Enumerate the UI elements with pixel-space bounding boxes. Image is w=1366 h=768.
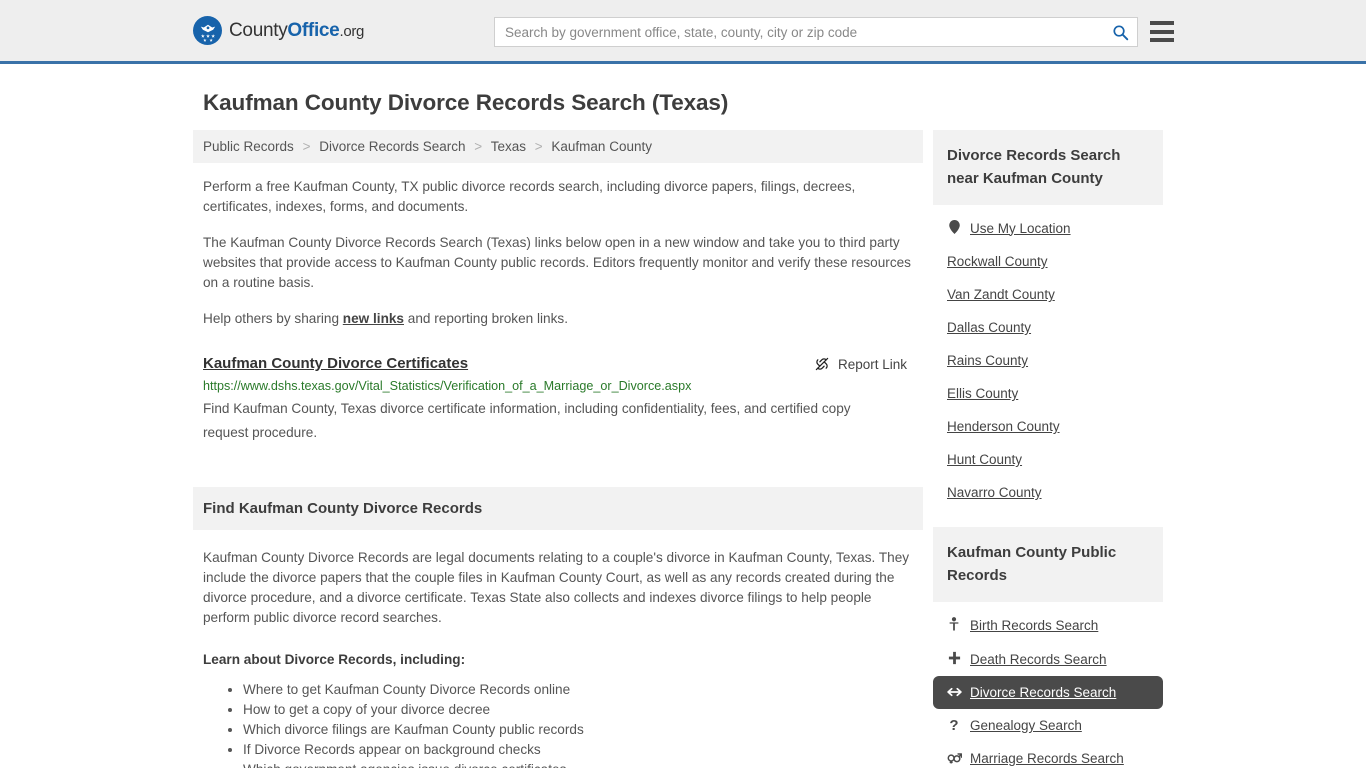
- intro-paragraph-3: Help others by sharing new links and rep…: [203, 309, 913, 329]
- map-pin-icon: [947, 220, 961, 236]
- list-item: Which divorce filings are Kaufman County…: [243, 720, 913, 740]
- breadcrumb-separator: >: [474, 139, 483, 154]
- new-links-link[interactable]: new links: [343, 311, 404, 326]
- logo-text-part3: .org: [339, 22, 365, 40]
- sidebar-item-henderson-county[interactable]: Henderson County: [933, 410, 1163, 443]
- sidebar-item-rockwall-county[interactable]: Rockwall County: [933, 245, 1163, 278]
- sidebar-link-marriage-records-search[interactable]: Marriage Records Search: [970, 751, 1124, 766]
- hamburger-bar: [1150, 38, 1174, 42]
- report-link-button[interactable]: Report Link: [814, 356, 907, 372]
- result-url: https://www.dshs.texas.gov/Vital_Statist…: [203, 379, 692, 393]
- sidebar-link-use-my-location[interactable]: Use My Location: [970, 221, 1071, 236]
- hamburger-bar: [1150, 29, 1174, 34]
- sidebar-link-navarro-county[interactable]: Navarro County: [947, 485, 1042, 500]
- content-columns: Public Records > Divorce Records Search …: [193, 130, 1366, 768]
- sidebar-link-rockwall-county[interactable]: Rockwall County: [947, 254, 1048, 269]
- sidebar-item-rains-county[interactable]: Rains County: [933, 344, 1163, 377]
- double-arrow-icon: [947, 686, 962, 700]
- search-input[interactable]: [495, 18, 1103, 46]
- search-bar[interactable]: [494, 17, 1138, 47]
- sidebar-item-navarro-county[interactable]: Navarro County: [933, 476, 1163, 509]
- sidebar-link-genealogy-search[interactable]: Genealogy Search: [970, 718, 1082, 733]
- sidebar-nearby-list: Use My Location Rockwall County Van Zand…: [933, 205, 1163, 509]
- hamburger-bar: [1150, 21, 1174, 25]
- page-container: Kaufman County Divorce Records Search (T…: [0, 90, 1366, 768]
- section-body: Kaufman County Divorce Records are legal…: [193, 548, 923, 768]
- breadcrumb-item-public-records[interactable]: Public Records: [203, 139, 294, 154]
- section-lead-in: Learn about Divorce Records, including:: [203, 652, 466, 667]
- logo-text-part1: County: [229, 19, 288, 41]
- sidebar-item-use-my-location[interactable]: Use My Location: [933, 211, 1163, 245]
- sidebar-link-rains-county[interactable]: Rains County: [947, 353, 1028, 368]
- intro-paragraph-1: Perform a free Kaufman County, TX public…: [203, 179, 856, 214]
- result-header-row: Kaufman County Divorce Certificates Repo…: [203, 355, 913, 372]
- intro-p3-after: and reporting broken links.: [404, 311, 568, 326]
- breadcrumb-item-divorce-records-search[interactable]: Divorce Records Search: [319, 139, 465, 154]
- search-icon: [1112, 24, 1128, 40]
- sidebar-link-henderson-county[interactable]: Henderson County: [947, 419, 1060, 434]
- question-mark-icon: ?: [949, 717, 959, 734]
- male-female-icon: [947, 751, 963, 766]
- sidebar-link-van-zandt-county[interactable]: Van Zandt County: [947, 287, 1055, 302]
- sidebar-link-dallas-county[interactable]: Dallas County: [947, 320, 1031, 335]
- intro-p3-before: Help others by sharing: [203, 311, 343, 326]
- baby-icon: [947, 617, 961, 633]
- sidebar-public-records-list: Birth Records Search Death Records Searc…: [933, 602, 1163, 768]
- section-paragraph: Kaufman County Divorce Records are legal…: [203, 550, 910, 625]
- sidebar-item-hunt-county[interactable]: Hunt County: [933, 443, 1163, 476]
- logo-text-part2: Office: [287, 19, 340, 41]
- sidebar: Divorce Records Search near Kaufman Coun…: [933, 130, 1163, 768]
- sidebar-item-death-records-search[interactable]: Death Records Search: [933, 642, 1163, 676]
- eagle-seal-icon: [193, 16, 222, 45]
- sidebar-item-dallas-county[interactable]: Dallas County: [933, 311, 1163, 344]
- main-content: Public Records > Divorce Records Search …: [193, 130, 923, 768]
- site-logo-text: CountyOffice.org: [229, 20, 364, 42]
- sidebar-link-divorce-records-search[interactable]: Divorce Records Search: [970, 685, 1116, 700]
- search-button[interactable]: [1103, 18, 1137, 46]
- sidebar-link-death-records-search[interactable]: Death Records Search: [970, 652, 1107, 667]
- breadcrumb-item-texas[interactable]: Texas: [491, 139, 526, 154]
- search-result-item: Kaufman County Divorce Certificates Repo…: [193, 355, 923, 445]
- list-item: How to get a copy of your divorce decree: [243, 700, 913, 720]
- breadcrumb-separator: >: [534, 139, 543, 154]
- hamburger-menu-icon[interactable]: [1150, 21, 1174, 42]
- result-description: Find Kaufman County, Texas divorce certi…: [203, 401, 851, 440]
- breadcrumb: Public Records > Divorce Records Search …: [193, 130, 923, 163]
- result-title-link[interactable]: Kaufman County Divorce Certificates: [203, 355, 468, 372]
- intro-paragraph-2: The Kaufman County Divorce Records Searc…: [203, 235, 911, 290]
- site-logo[interactable]: CountyOffice.org: [193, 16, 364, 45]
- breadcrumb-separator: >: [302, 139, 311, 154]
- section-heading: Find Kaufman County Divorce Records: [193, 487, 923, 530]
- section-bullet-list: Where to get Kaufman County Divorce Reco…: [203, 680, 913, 768]
- list-item: Where to get Kaufman County Divorce Reco…: [243, 680, 913, 700]
- sidebar-public-records-heading: Kaufman County Public Records: [933, 527, 1163, 602]
- cross-icon: [947, 651, 961, 667]
- intro-section: Perform a free Kaufman County, TX public…: [193, 177, 923, 329]
- sidebar-item-genealogy-search[interactable]: ? Genealogy Search: [933, 709, 1163, 742]
- sidebar-link-birth-records-search[interactable]: Birth Records Search: [970, 618, 1098, 633]
- page-title: Kaufman County Divorce Records Search (T…: [203, 90, 729, 115]
- sidebar-item-van-zandt-county[interactable]: Van Zandt County: [933, 278, 1163, 311]
- sidebar-link-ellis-county[interactable]: Ellis County: [947, 386, 1018, 401]
- site-header: CountyOffice.org: [0, 0, 1366, 64]
- sidebar-item-ellis-county[interactable]: Ellis County: [933, 377, 1163, 410]
- sidebar-nearby-heading: Divorce Records Search near Kaufman Coun…: [933, 130, 1163, 205]
- breadcrumb-item-kaufman-county: Kaufman County: [551, 139, 652, 154]
- list-item: Which government agencies issue divorce …: [243, 760, 913, 768]
- sidebar-item-birth-records-search[interactable]: Birth Records Search: [933, 608, 1163, 642]
- list-item: If Divorce Records appear on background …: [243, 740, 913, 760]
- broken-link-icon: [815, 357, 829, 371]
- sidebar-item-divorce-records-search[interactable]: Divorce Records Search: [933, 676, 1163, 709]
- sidebar-link-hunt-county[interactable]: Hunt County: [947, 452, 1022, 467]
- sidebar-item-marriage-records-search[interactable]: Marriage Records Search: [933, 742, 1163, 768]
- report-link-label: Report Link: [837, 356, 907, 372]
